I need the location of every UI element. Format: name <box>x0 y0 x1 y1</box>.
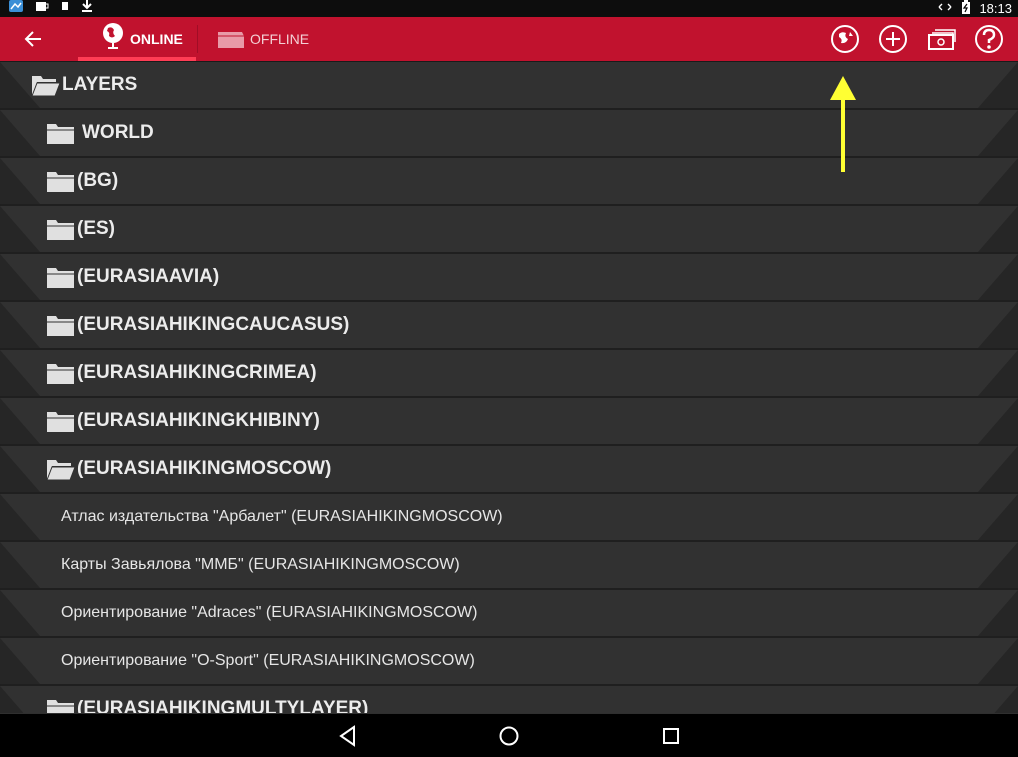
list-item-folder[interactable]: (EURASIAHIKINGKHIBINY) <box>0 398 1018 446</box>
status-bar: 18:13 <box>0 0 1018 17</box>
home-circle-icon <box>499 726 519 746</box>
add-icon <box>879 25 907 53</box>
money-button[interactable] <box>926 24 956 54</box>
back-triangle-icon <box>339 725 355 747</box>
phone-icon <box>60 0 70 18</box>
tab-offline[interactable]: OFFLINE <box>198 17 318 61</box>
list-item-folder[interactable]: (EURASIAAVIA) <box>0 254 1018 302</box>
list-item-folder[interactable]: (BG) <box>0 158 1018 206</box>
list-item-label: (EURASIAHIKINGMULTYLAYER) <box>77 698 369 713</box>
nav-recents-button[interactable] <box>659 724 683 748</box>
tab-offline-label: OFFLINE <box>250 31 310 47</box>
action-bar: ONLINE OFFLINE <box>0 17 1018 61</box>
folder-icon <box>47 268 74 288</box>
list-item-label: (BG) <box>77 170 119 191</box>
list-item-folder[interactable]: (EURASIAHIKINGCAUCASUS) <box>0 302 1018 350</box>
list-item-label: Ориентирование "O-Sport" (EURASIAHIKINGM… <box>61 652 475 669</box>
list-item-label: Карты Завьялова "ММБ" (EURASIAHIKINGMOSC… <box>61 556 460 573</box>
recents-square-icon <box>663 728 679 744</box>
money-icon <box>928 29 956 50</box>
list-item-label: WORLD <box>82 122 154 143</box>
refresh-globe-icon <box>831 25 859 53</box>
list-item-folder[interactable]: WORLD <box>0 110 1018 158</box>
layers-list[interactable]: LAYERS WORLD (BG) (ES) (EURASIAAVIA) (EU… <box>0 62 1018 713</box>
download-icon <box>80 0 94 18</box>
globe-icon <box>103 23 123 49</box>
list-item-label: (EURASIAHIKINGCRIMEA) <box>77 362 317 383</box>
list-item-layer[interactable]: Атлас издательства "Арбалет" (EURASIAHIK… <box>0 494 1018 542</box>
help-icon <box>975 25 1003 53</box>
refresh-globe-button[interactable] <box>830 24 860 54</box>
list-item-label: (EURASIAHIKINGCAUCASUS) <box>77 314 350 335</box>
list-item-folder-expanded[interactable]: (EURASIAHIKINGMOSCOW) <box>0 446 1018 494</box>
folder-icon <box>47 412 74 432</box>
list-item-folder[interactable]: (EURASIAHIKINGMULTYLAYER) <box>0 686 1018 713</box>
list-item-label: Ориентирование "Adraces" (EURASIAHIKINGM… <box>61 604 478 621</box>
help-button[interactable] <box>974 24 1004 54</box>
list-item-label: (EURASIAAVIA) <box>77 266 220 287</box>
list-item-label: Атлас издательства "Арбалет" (EURASIAHIK… <box>61 508 503 525</box>
folder-icon <box>47 124 74 144</box>
annotation-arrow <box>830 76 856 172</box>
folder-open-icon <box>46 460 76 481</box>
list-item-folder[interactable]: (ES) <box>0 206 1018 254</box>
folder-icon <box>47 316 74 336</box>
list-item-folder[interactable]: (EURASIAHIKINGCRIMEA) <box>0 350 1018 398</box>
list-item-label: (EURASIAHIKINGKHIBINY) <box>77 410 320 431</box>
folder-icon <box>47 172 74 192</box>
coffee-icon <box>34 0 50 18</box>
folder-icon <box>47 364 74 384</box>
list-item-label: LAYERS <box>62 74 138 95</box>
map-app-icon <box>8 0 24 18</box>
list-item-root[interactable]: LAYERS <box>0 62 1018 110</box>
tab-online[interactable]: ONLINE <box>78 17 196 61</box>
arrow-left-icon <box>24 31 41 47</box>
list-item-label: (ES) <box>77 218 115 239</box>
folder-icon <box>47 700 74 713</box>
list-item-layer[interactable]: Ориентирование "O-Sport" (EURASIAHIKINGM… <box>0 638 1018 686</box>
navigation-bar <box>0 714 1018 757</box>
back-button[interactable] <box>18 25 48 53</box>
list-item-layer[interactable]: Ориентирование "Adraces" (EURASIAHIKINGM… <box>0 590 1018 638</box>
nav-home-button[interactable] <box>497 724 521 748</box>
folder-open-icon <box>31 76 61 97</box>
add-button[interactable] <box>878 24 908 54</box>
list-item-label: (EURASIAHIKINGMOSCOW) <box>77 458 332 479</box>
clock: 18:13 <box>979 1 1012 16</box>
list-item-layer[interactable]: Карты Завьялова "ММБ" (EURASIAHIKINGMOSC… <box>0 542 1018 590</box>
tab-online-label: ONLINE <box>130 31 183 47</box>
folder-icon <box>47 220 74 240</box>
folder-icon <box>218 32 244 48</box>
sync-icon <box>937 1 953 16</box>
nav-back-button[interactable] <box>336 724 360 748</box>
battery-icon <box>961 0 971 17</box>
